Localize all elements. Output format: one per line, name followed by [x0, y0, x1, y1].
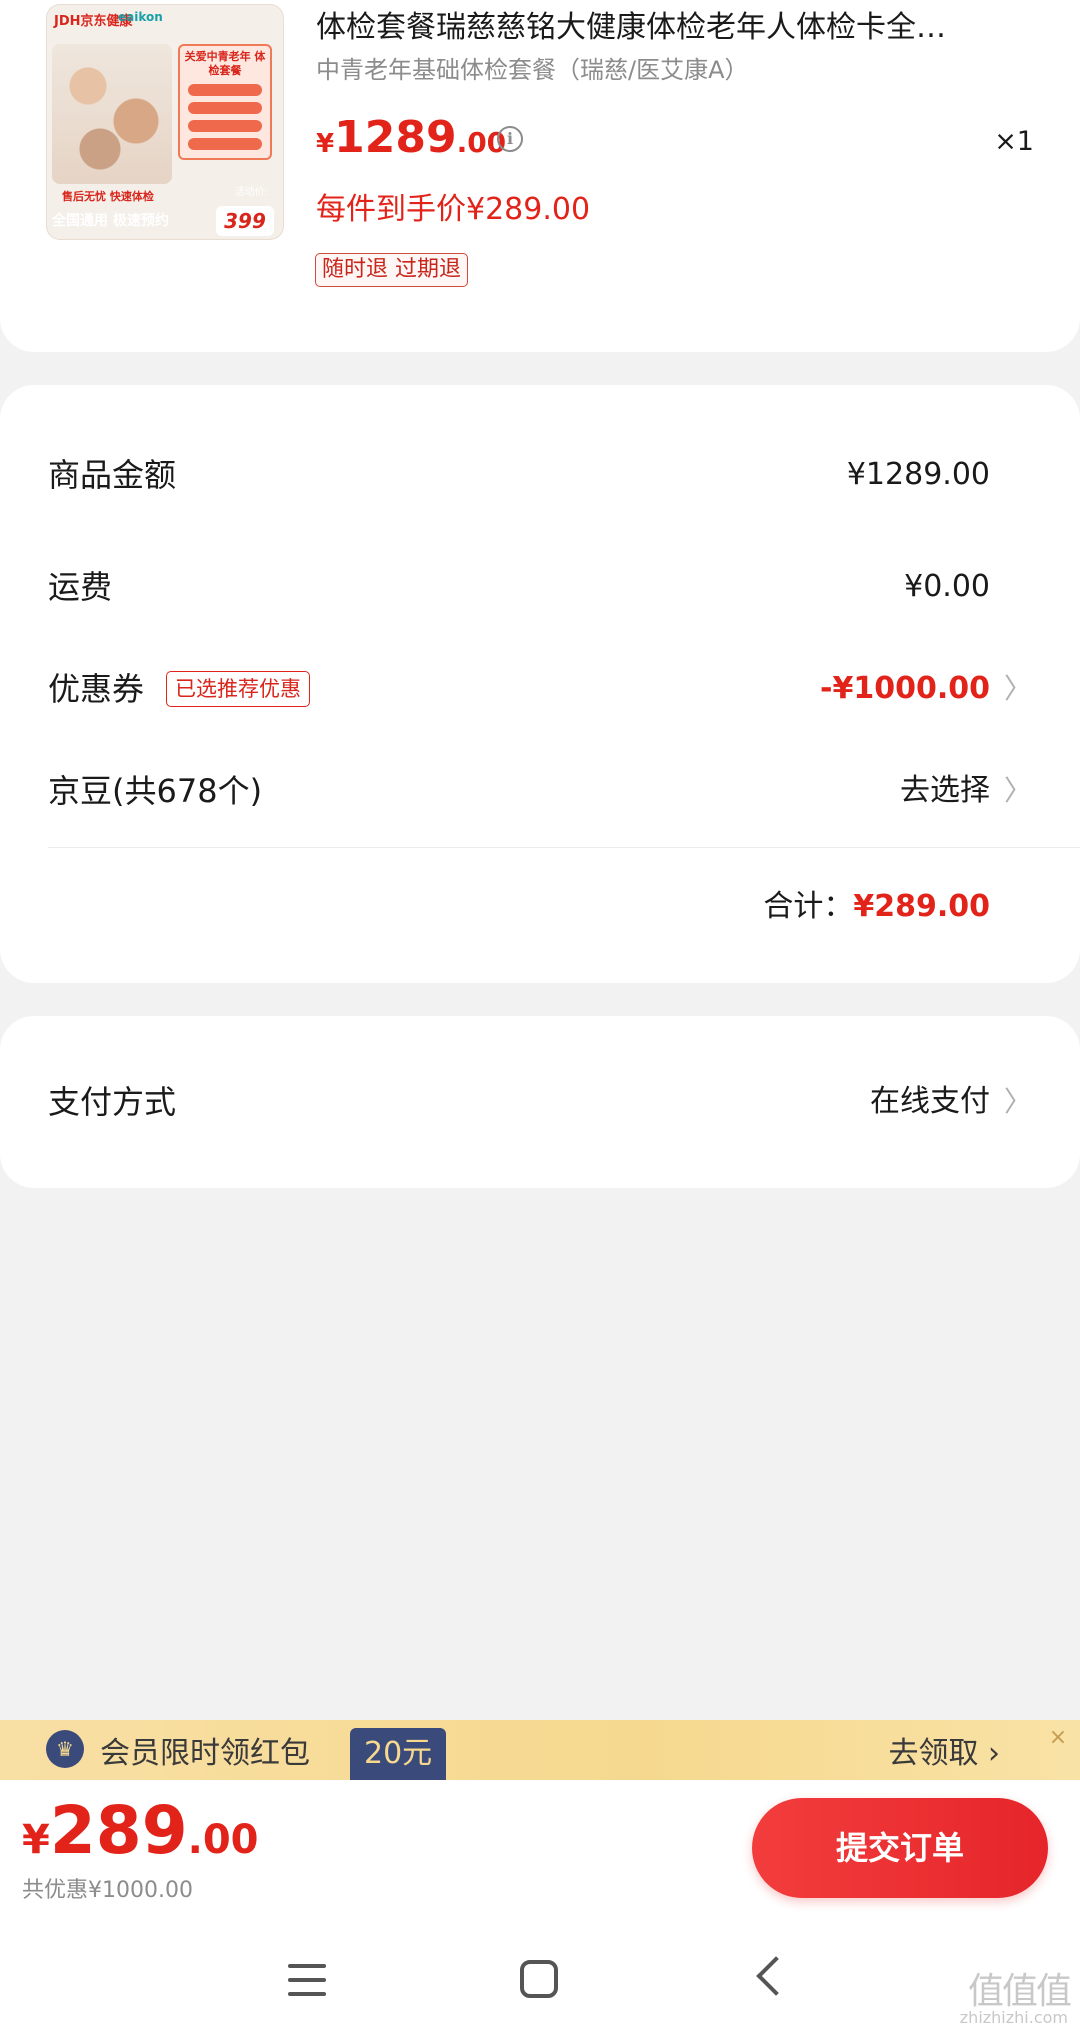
shipping-row: 运费 ¥0.00: [48, 557, 1032, 617]
tag-line: [188, 102, 262, 114]
product-image[interactable]: JDH京东健康 eaikon 关爱中青老年 体检套餐 售后无忧 快速体检 全国通…: [46, 4, 284, 240]
product-price: ¥1289.00: [316, 112, 506, 163]
coupon-value: -¥1000.00: [820, 671, 990, 706]
payment-method-value: 在线支付: [870, 1084, 990, 1119]
close-icon[interactable]: ×: [1044, 1724, 1072, 1752]
total-integer: 289: [49, 1792, 188, 1869]
home-icon[interactable]: [520, 1960, 558, 1998]
coupon-label: 优惠券: [48, 670, 145, 708]
system-nav-bar: [0, 1930, 1080, 2035]
watermark-logo: 值值值: [967, 1971, 1072, 2012]
shipping-value: ¥0.00: [904, 569, 990, 604]
subtotal: 合计：¥289.00: [763, 877, 990, 937]
banner-text: 会员限时领红包: [100, 1736, 310, 1771]
product-title[interactable]: 体检套餐瑞慈慈铭大健康体检老年人体检卡全…: [316, 2, 1036, 46]
currency-symbol: ¥: [316, 129, 335, 159]
image-slogan-2: 全国通用 极速预约: [52, 213, 169, 229]
submit-order-button[interactable]: 提交订单: [752, 1798, 1048, 1898]
price-integer: 1289: [334, 112, 457, 163]
chevron-right-icon: 〉: [1003, 672, 1032, 705]
watermark-url: zhizhizhi.com: [959, 2008, 1068, 2027]
payment-method-card[interactable]: 支付方式 在线支付 〉: [0, 1016, 1080, 1188]
coupon-recommended-badge: 已选推荐优惠: [166, 671, 310, 707]
payment-method-row[interactable]: 支付方式 在线支付 〉: [48, 1072, 1032, 1132]
jd-beans-value: 去选择: [900, 773, 990, 808]
promo-price: 399: [216, 206, 274, 236]
package-tag-title: 关爱中青老年 体检套餐: [184, 50, 266, 77]
quantity: ×1: [994, 126, 1034, 157]
product-card: JDH京东健康 eaikon 关爱中青老年 体检套餐 售后无忧 快速体检 全国通…: [0, 0, 1080, 352]
tag-line: [188, 84, 262, 96]
shipping-label: 运费: [48, 568, 113, 606]
tag-line: [188, 138, 262, 150]
price-summary-card: 商品金额 ¥1289.00 运费 ¥0.00 优惠券 已选推荐优惠 -¥1000…: [0, 385, 1080, 983]
subtotal-label: 合计：: [763, 889, 854, 924]
goods-amount-value: ¥1289.00: [846, 457, 990, 492]
product-spec: 中青老年基础体检套餐（瑞慈/医艾康A）: [316, 56, 749, 84]
total-decimal: .00: [187, 1817, 259, 1863]
recent-apps-icon[interactable]: [288, 1964, 326, 1998]
divider: [48, 847, 1080, 848]
image-slogan: 售后无忧 快速体检: [62, 190, 154, 203]
order-total: ¥289.00: [22, 1792, 258, 1869]
payment-method-label: 支付方式: [48, 1083, 177, 1121]
package-tag: 关爱中青老年 体检套餐: [178, 44, 272, 160]
chevron-right-icon: 〉: [1003, 1085, 1032, 1118]
chevron-right-icon: 〉: [1003, 774, 1032, 807]
checkout-bar: ¥289.00 共优惠¥1000.00 提交订单: [0, 1780, 1080, 1930]
unit-final-price: 每件到手价¥289.00: [316, 192, 591, 227]
info-icon[interactable]: i: [497, 126, 523, 152]
goods-amount-label: 商品金额: [48, 456, 177, 494]
crown-icon: ♛: [46, 1730, 84, 1768]
jd-beans-label: 京豆(共678个): [48, 772, 263, 810]
promo-label: 活动价:: [234, 187, 268, 198]
subtotal-value: ¥289.00: [853, 889, 990, 924]
goods-amount-row: 商品金额 ¥1289.00: [48, 445, 1032, 505]
currency-symbol: ¥: [22, 1817, 50, 1863]
coupon-row[interactable]: 优惠券 已选推荐优惠 -¥1000.00 〉: [48, 659, 1032, 719]
total-discount: 共优惠¥1000.00: [22, 1878, 193, 1903]
back-icon[interactable]: [756, 1956, 796, 1996]
jd-beans-row[interactable]: 京豆(共678个) 去选择 〉: [48, 761, 1032, 821]
red-packet-amount: 20元: [350, 1728, 447, 1780]
partner-logo: eaikon: [118, 10, 163, 24]
claim-link[interactable]: 去领取 ›: [888, 1728, 1000, 1772]
tag-line: [188, 120, 262, 132]
member-red-packet-banner[interactable]: ♛ 会员限时领红包 20元 去领取 › ×: [0, 1720, 1080, 1780]
family-photo: [52, 44, 172, 184]
refund-policy-badge: 随时退 过期退: [315, 253, 468, 287]
